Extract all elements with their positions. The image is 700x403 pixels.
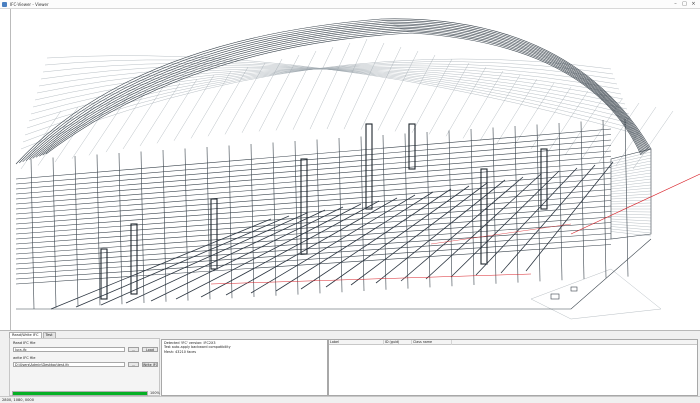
status-coordinates: 2800, 1080, 0000 [2, 398, 35, 402]
maximize-button[interactable]: □ [680, 1, 689, 8]
status-bar: 2800, 1080, 0000 [0, 396, 700, 403]
title-bar: IFC-Viewer - Viewer – □ × [0, 0, 700, 9]
minimize-button[interactable]: – [671, 1, 680, 8]
write-ifc-button[interactable]: Write IFC [142, 362, 158, 367]
io-group: Read IFC file Jura.ifc ... Load write IF… [9, 338, 160, 396]
log-output[interactable]: Detected 'IFC' version: IFC2X3 Test auto… [161, 339, 328, 396]
read-browse-button[interactable]: ... [128, 347, 139, 352]
app-icon [2, 2, 7, 7]
log-line: Mesh: 43210 faces [164, 349, 196, 354]
close-button[interactable]: × [689, 1, 698, 8]
bottom-panel: Read/Write IFC Test Read IFC file Jura.i… [0, 330, 700, 396]
read-ifc-label: Read IFC file [13, 341, 36, 345]
window-title: IFC-Viewer - Viewer [10, 2, 49, 7]
write-file-input[interactable]: D:\Users\Admin\Desktop\test.ifc [13, 362, 125, 367]
write-browse-button[interactable]: ... [128, 362, 139, 367]
write-ifc-label: write IFC file [13, 356, 36, 360]
table-row[interactable] [329, 345, 697, 350]
left-toolbar-strip [0, 9, 11, 330]
read-file-input[interactable]: Jura.ifc [13, 347, 125, 352]
load-button[interactable]: Load [142, 347, 158, 352]
progress-fill [13, 392, 147, 395]
3d-viewport[interactable] [11, 9, 700, 330]
entity-table[interactable]: Label ID (guid) Class name [328, 339, 698, 396]
building-wireframe[interactable] [11, 9, 700, 330]
